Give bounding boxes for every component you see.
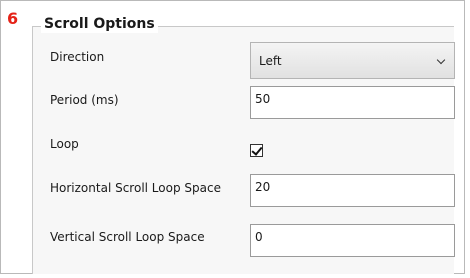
period-input[interactable]: 50 <box>250 86 455 119</box>
direction-label: Direction <box>50 50 105 64</box>
section-title: Scroll Options <box>41 15 158 33</box>
period-value: 50 <box>255 92 271 106</box>
vertical-space-label: Vertical Scroll Loop Space <box>50 230 205 244</box>
horizontal-space-value: 20 <box>255 180 271 194</box>
horizontal-space-input[interactable]: 20 <box>250 174 455 207</box>
checkmark-icon <box>251 144 263 156</box>
chevron-down-icon <box>436 55 446 65</box>
vertical-space-input[interactable]: 0 <box>250 224 455 257</box>
step-number: 6 <box>7 9 19 28</box>
vertical-space-value: 0 <box>255 230 263 244</box>
loop-label: Loop <box>50 137 79 151</box>
period-label: Period (ms) <box>50 93 119 107</box>
direction-value: Left <box>259 54 282 68</box>
loop-checkbox[interactable] <box>250 144 263 157</box>
horizontal-space-label: Horizontal Scroll Loop Space <box>50 181 221 195</box>
direction-dropdown[interactable]: Left <box>250 42 455 79</box>
